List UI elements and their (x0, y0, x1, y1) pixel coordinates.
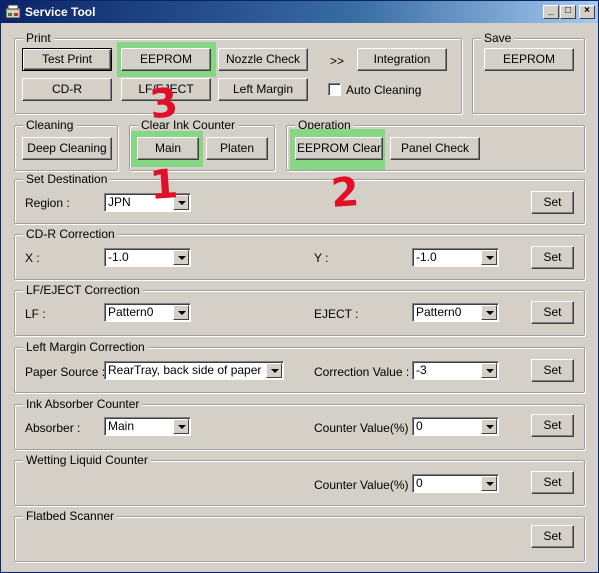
eeprom-clear-button[interactable]: EEPROM Clear (295, 137, 383, 160)
absorber-dropdown[interactable]: Main (104, 417, 191, 436)
chevron-down-icon[interactable] (481, 305, 497, 320)
wetting-liquid-legend: Wetting Liquid Counter (23, 453, 151, 467)
auto-cleaning-label: Auto Cleaning (346, 83, 422, 97)
absorber-counter-dropdown[interactable]: 0 (412, 417, 499, 436)
cdr-y-dropdown[interactable]: -1.0 (412, 248, 499, 267)
left-margin-button[interactable]: Left Margin (218, 78, 308, 101)
clear-main-button[interactable]: Main (137, 137, 199, 160)
auto-cleaning-checkbox[interactable] (328, 83, 341, 96)
cdr-y-label: Y : (314, 251, 329, 265)
lf-eject-correction-group: LF/EJECT Correction (14, 283, 585, 336)
lf-label: LF : (25, 307, 46, 321)
set-destination-group: Set Destination (14, 172, 585, 224)
flatbed-set-button[interactable]: Set (531, 525, 574, 548)
cdr-x-label: X : (25, 251, 40, 265)
step-3-annotation: 3 (147, 79, 181, 129)
paper-source-label: Paper Source : (25, 365, 106, 379)
chevron-down-icon[interactable] (481, 419, 497, 434)
cdr-correction-legend: CD-R Correction (23, 227, 118, 241)
eject-value: Pattern0 (416, 305, 462, 319)
test-print-button[interactable]: Test Print (22, 48, 112, 71)
cdr-x-value: -1.0 (108, 250, 129, 264)
wetting-counter-label: Counter Value(%) : (314, 478, 416, 492)
cd-r-button[interactable]: CD-R (22, 78, 112, 101)
left-margin-set-button[interactable]: Set (531, 359, 574, 382)
absorber-set-button[interactable]: Set (531, 414, 574, 437)
title-bar[interactable]: Service Tool _ □ × (1, 1, 598, 23)
print-eeprom-button[interactable]: EEPROM (121, 48, 211, 71)
correction-value-dropdown[interactable]: -3 (412, 361, 499, 380)
lf-dropdown[interactable]: Pattern0 (104, 303, 191, 322)
ink-absorber-group: Ink Absorber Counter (14, 397, 585, 450)
wetting-counter-value: 0 (416, 476, 423, 490)
close-button[interactable]: × (579, 5, 595, 19)
cdr-correction-group: CD-R Correction (14, 227, 585, 280)
minimize-button[interactable]: _ (543, 5, 559, 19)
step-1-annotation: 1 (148, 161, 180, 209)
deep-cleaning-button[interactable]: Deep Cleaning (22, 137, 112, 160)
ink-absorber-legend: Ink Absorber Counter (23, 397, 143, 411)
eject-dropdown[interactable]: Pattern0 (412, 303, 499, 322)
chevron-down-icon[interactable] (481, 363, 497, 378)
window-title: Service Tool (25, 5, 96, 19)
lf-eject-set-button[interactable]: Set (531, 301, 574, 324)
paper-source-dropdown[interactable]: RearTray, back side of paper (104, 361, 284, 380)
wetting-liquid-group: Wetting Liquid Counter (14, 453, 585, 506)
maximize-button[interactable]: □ (560, 5, 576, 19)
region-value: JPN (108, 195, 131, 209)
lf-eject-correction-legend: LF/EJECT Correction (23, 283, 143, 297)
wetting-counter-dropdown[interactable]: 0 (412, 474, 499, 493)
lf-value: Pattern0 (108, 305, 154, 319)
chevron-down-icon[interactable] (173, 250, 189, 265)
arrows-label: >> (330, 54, 345, 68)
destination-set-button[interactable]: Set (531, 191, 574, 214)
correction-value-label: Correction Value : (314, 365, 410, 379)
save-eeprom-button[interactable]: EEPROM (484, 48, 574, 71)
absorber-label: Absorber : (25, 421, 81, 435)
absorber-counter-label: Counter Value(%) : (314, 421, 416, 435)
nozzle-check-button[interactable]: Nozzle Check (218, 48, 308, 71)
chevron-down-icon[interactable] (481, 250, 497, 265)
chevron-down-icon[interactable] (173, 305, 189, 320)
left-margin-correction-legend: Left Margin Correction (23, 340, 148, 354)
integration-button[interactable]: Integration (357, 48, 447, 71)
save-legend: Save (481, 31, 515, 45)
cdr-set-button[interactable]: Set (531, 246, 574, 269)
service-tool-window: Service Tool _ □ × Print Test Print EEPR… (0, 0, 599, 573)
step-2-annotation: 2 (329, 169, 361, 217)
flatbed-scanner-group: Flatbed Scanner (14, 509, 585, 562)
chevron-down-icon[interactable] (173, 419, 189, 434)
print-legend: Print (23, 31, 54, 45)
paper-source-value: RearTray, back side of paper (108, 363, 262, 377)
absorber-value: Main (108, 419, 135, 433)
chevron-down-icon[interactable] (481, 476, 497, 491)
cleaning-legend: Cleaning (23, 118, 77, 132)
chevron-down-icon[interactable] (266, 363, 282, 378)
set-destination-legend: Set Destination (23, 172, 111, 186)
wetting-set-button[interactable]: Set (531, 471, 574, 494)
correction-value: -3 (416, 363, 427, 377)
clear-platen-button[interactable]: Platen (206, 137, 268, 160)
absorber-counter-value: 0 (416, 419, 423, 433)
cdr-x-dropdown[interactable]: -1.0 (104, 248, 191, 267)
flatbed-scanner-legend: Flatbed Scanner (23, 509, 118, 523)
region-label: Region : (25, 196, 70, 210)
eject-label: EJECT : (314, 307, 359, 321)
cdr-y-value: -1.0 (416, 250, 437, 264)
app-icon (5, 4, 21, 19)
panel-check-button[interactable]: Panel Check (390, 137, 480, 160)
